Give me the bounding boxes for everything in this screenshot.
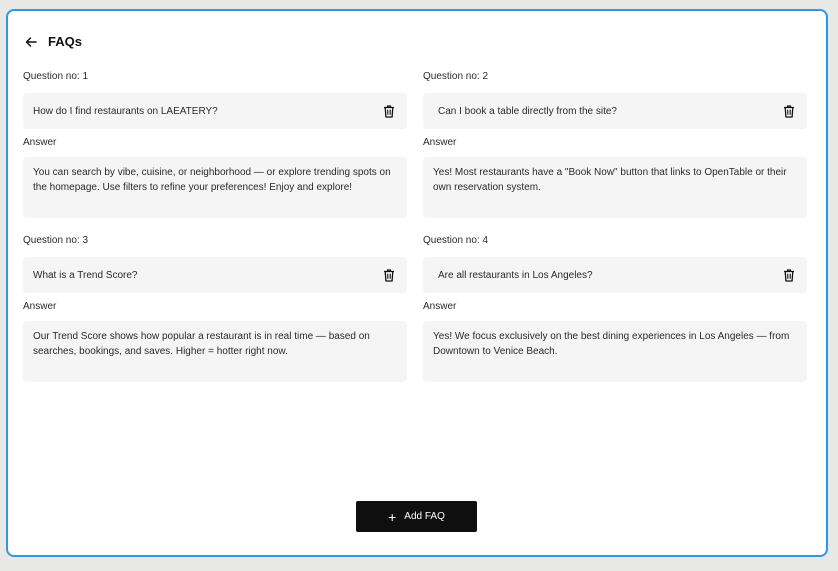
- trash-icon[interactable]: [783, 104, 795, 118]
- plus-icon: +: [388, 508, 397, 525]
- faq-item-4: Question no: 4 Are all restaurants in Lo…: [423, 235, 807, 382]
- arrow-left-icon[interactable]: [24, 35, 38, 49]
- question-text[interactable]: How do I find restaurants on LAEATERY?: [33, 106, 218, 117]
- faq-item-3: Question no: 3 What is a Trend Score? An…: [23, 235, 407, 382]
- answer-field[interactable]: Our Trend Score shows how popular a rest…: [23, 321, 407, 382]
- answer-field[interactable]: You can search by vibe, cuisine, or neig…: [23, 157, 407, 218]
- add-faq-label: Add FAQ: [404, 511, 445, 522]
- question-label: Question no: 4: [423, 235, 489, 246]
- question-field[interactable]: Can I book a table directly from the sit…: [423, 93, 807, 129]
- trash-icon[interactable]: [783, 268, 795, 282]
- answer-label: Answer: [23, 301, 57, 312]
- question-text[interactable]: Are all restaurants in Los Angeles?: [438, 270, 593, 281]
- question-field[interactable]: What is a Trend Score?: [23, 257, 407, 293]
- faq-item-2: Question no: 2 Can I book a table direct…: [423, 71, 807, 218]
- question-field[interactable]: How do I find restaurants on LAEATERY?: [23, 93, 407, 129]
- answer-label: Answer: [23, 137, 57, 148]
- question-label: Question no: 3: [23, 235, 89, 246]
- answer-label: Answer: [423, 301, 457, 312]
- trash-icon[interactable]: [383, 104, 395, 118]
- faq-panel: FAQs Question no: 1 How do I find restau…: [6, 9, 828, 557]
- question-field[interactable]: Are all restaurants in Los Angeles?: [423, 257, 807, 293]
- question-text[interactable]: What is a Trend Score?: [33, 270, 138, 281]
- faq-item-1: Question no: 1 How do I find restaurants…: [23, 71, 407, 218]
- add-faq-button[interactable]: + Add FAQ: [356, 501, 477, 532]
- page-title: FAQs: [48, 34, 82, 49]
- question-label: Question no: 2: [423, 71, 489, 82]
- question-label: Question no: 1: [23, 71, 89, 82]
- answer-label: Answer: [423, 137, 457, 148]
- answer-field[interactable]: Yes! Most restaurants have a "Book Now" …: [423, 157, 807, 218]
- trash-icon[interactable]: [383, 268, 395, 282]
- question-text[interactable]: Can I book a table directly from the sit…: [438, 106, 617, 117]
- answer-field[interactable]: Yes! We focus exclusively on the best di…: [423, 321, 807, 382]
- back-to-previous[interactable]: FAQs: [24, 34, 82, 49]
